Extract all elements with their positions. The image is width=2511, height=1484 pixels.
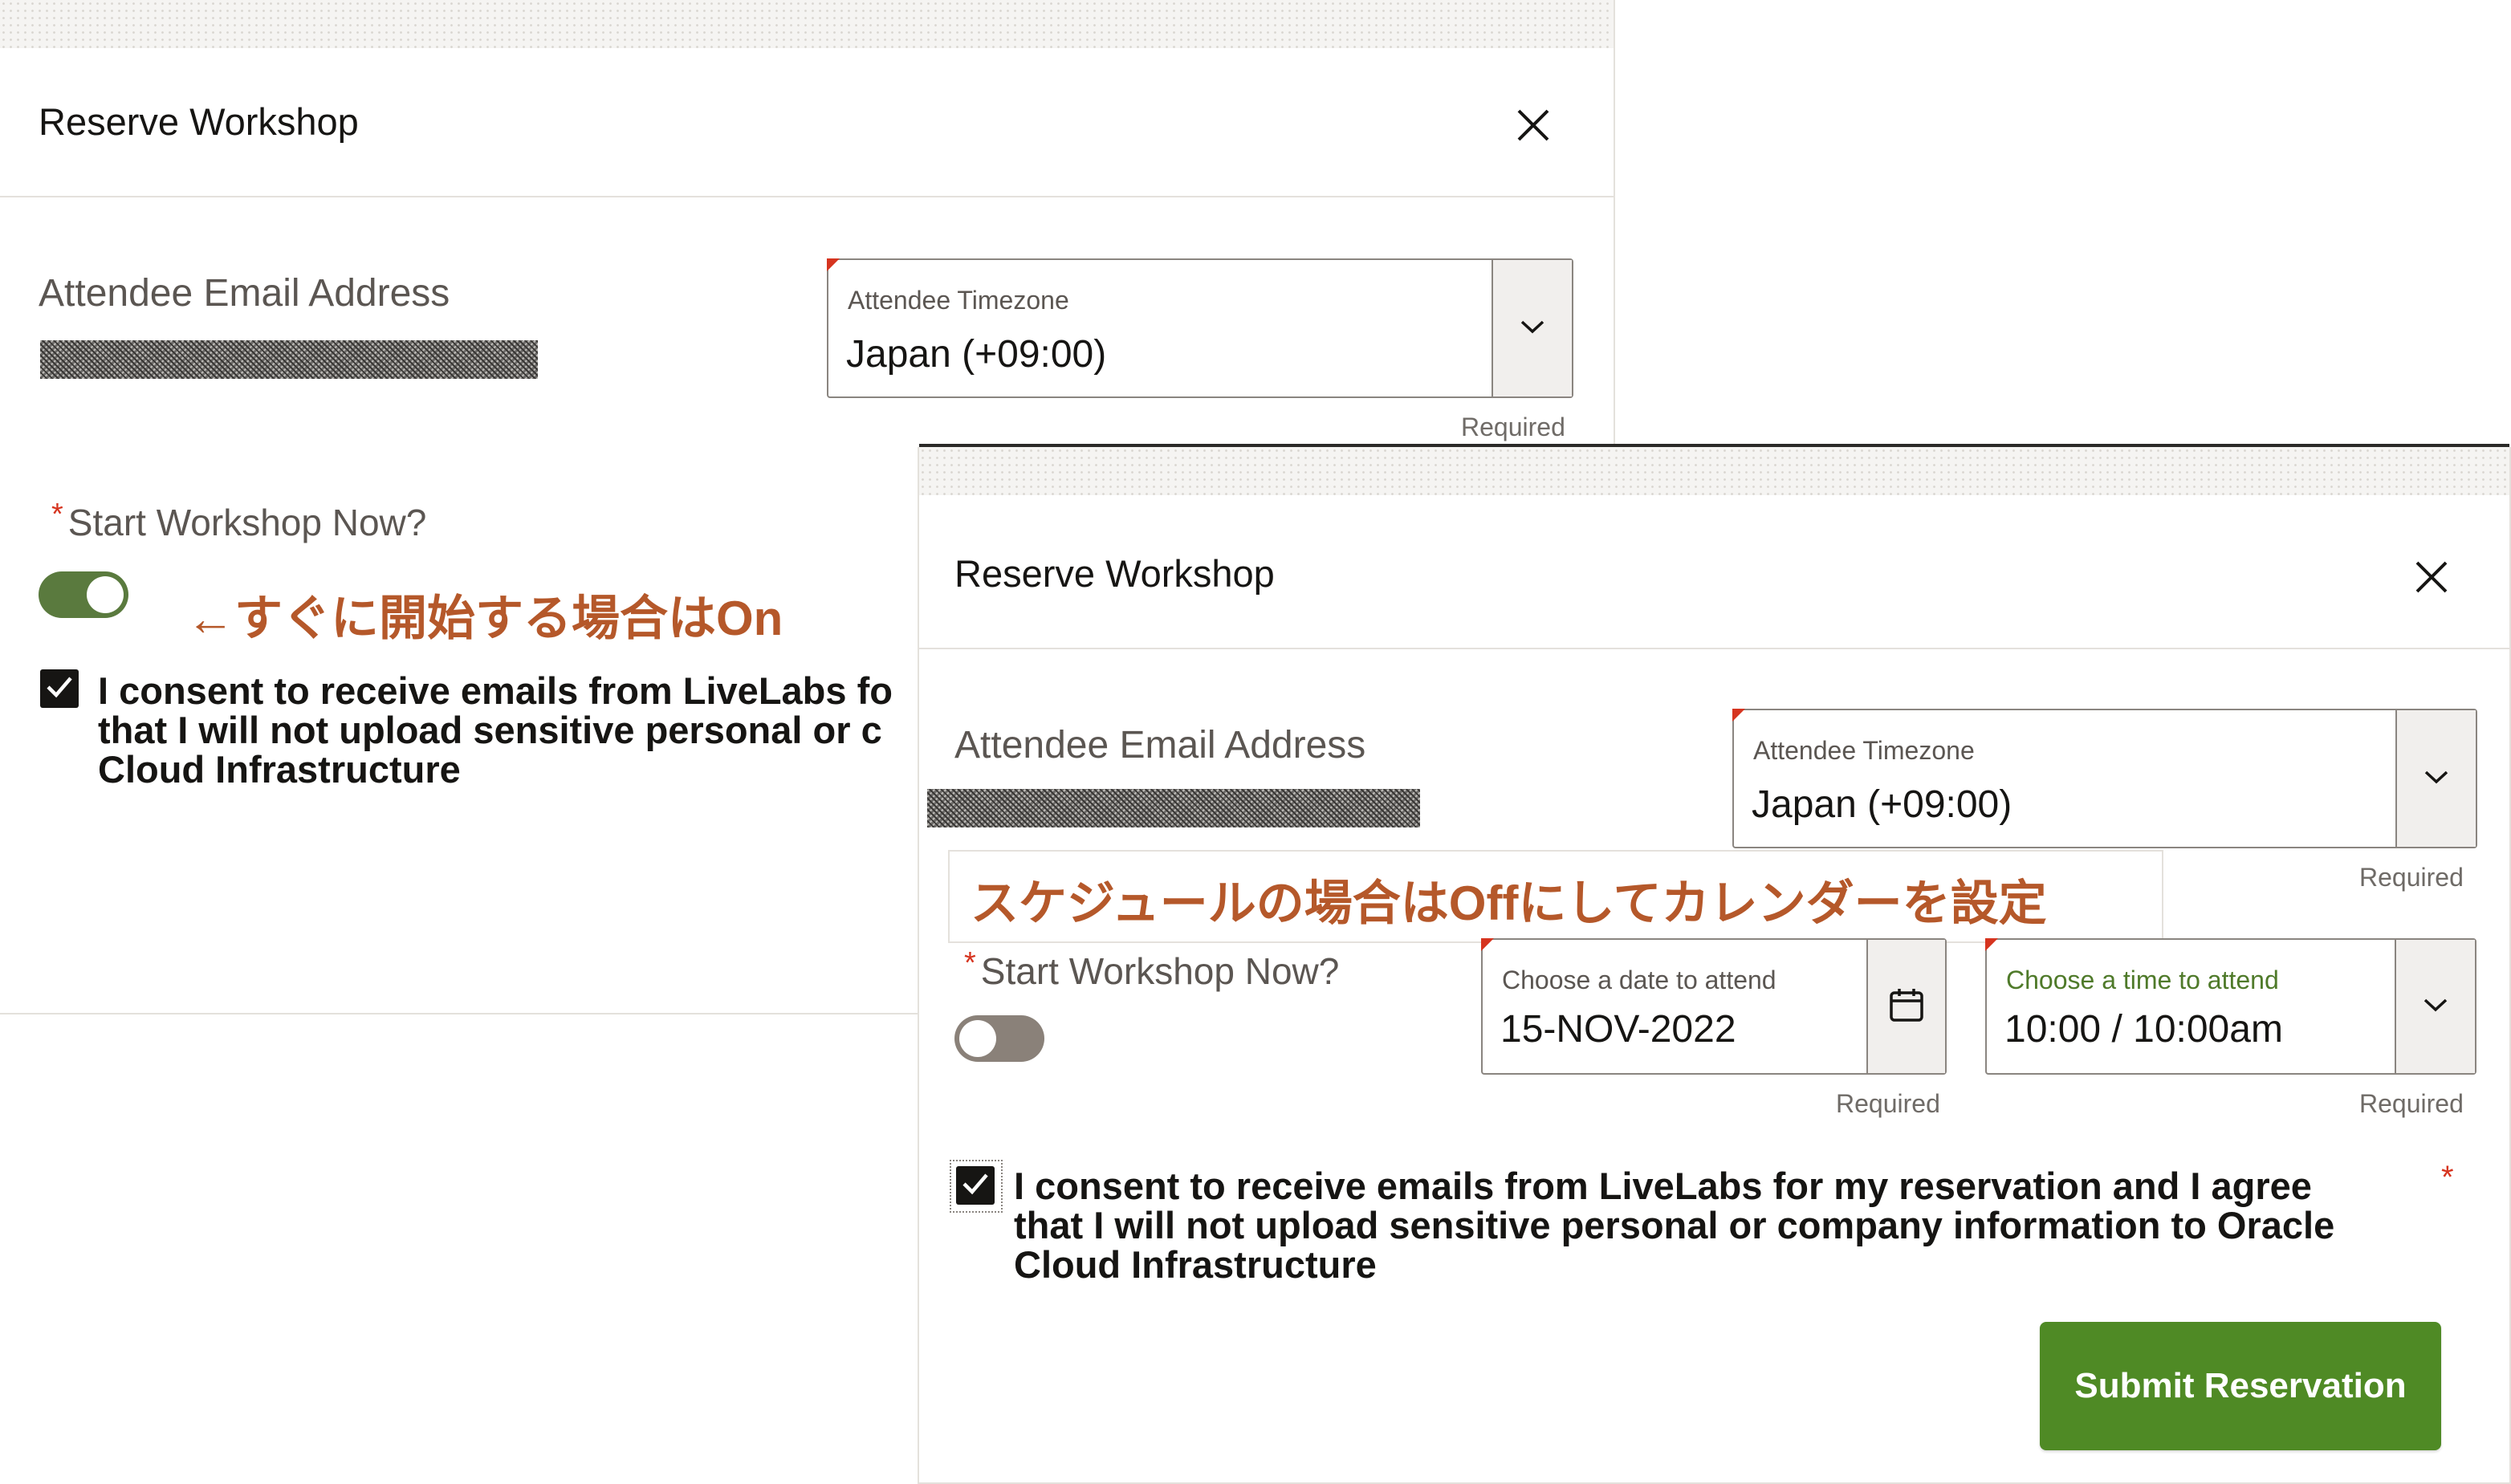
calendar-button[interactable] [1866, 940, 1945, 1073]
toggle-knob [87, 576, 124, 613]
start-now-text: Start Workshop Now? [980, 950, 1340, 992]
chevron-down-icon [2422, 997, 2449, 1017]
dialog-title: Reserve Workshop [39, 100, 359, 143]
calendar-icon [1888, 986, 1925, 1027]
close-icon[interactable] [2414, 559, 2449, 595]
date-required-text: Required [1836, 1089, 1940, 1118]
time-select-field[interactable]: Choose a time to attend 10:00 / 10:00am [1985, 938, 2476, 1075]
date-field-value: 15-NOV-2022 [1500, 1008, 1736, 1051]
close-icon[interactable] [1516, 108, 1551, 143]
dialog-top-texture [0, 0, 1614, 48]
timezone-dropdown-button[interactable] [2395, 710, 2476, 847]
header-divider [0, 196, 1614, 197]
annotation-schedule: スケジュールの場合はOffにしてカレンダーを設定 [971, 876, 2047, 930]
toggle-knob [959, 1020, 996, 1057]
time-dropdown-button[interactable] [2395, 940, 2475, 1073]
dialog-top-texture [919, 447, 2509, 495]
consent-line: that I will not upload sensitive persona… [98, 709, 882, 751]
consent-line: Cloud Infrastructure [98, 748, 461, 791]
timezone-field-value: Japan (+09:00) [846, 333, 1107, 376]
checkmark-icon [962, 1172, 989, 1200]
timezone-field-label: Attendee Timezone [1753, 736, 1975, 765]
annotation-toggle-on: ←すぐに開始する場合はOn [186, 592, 783, 645]
time-field-label: Choose a time to attend [2006, 966, 2279, 994]
start-now-label: * Start Workshop Now? [51, 498, 427, 544]
redacted-email-value [40, 340, 538, 379]
timezone-field-label: Attendee Timezone [848, 286, 1069, 315]
dialog-title: Reserve Workshop [954, 552, 1275, 595]
checkmark-icon [46, 675, 73, 703]
time-required-text: Required [2359, 1089, 2464, 1118]
time-field-value: 10:00 / 10:00am [2004, 1008, 2283, 1051]
chevron-down-icon [2423, 769, 2450, 789]
reserve-dialog-foreground: Reserve Workshop Attendee Email Address … [918, 444, 2511, 1484]
consent-required-asterisk: * [2441, 1160, 2454, 1195]
redacted-email-value [927, 789, 1420, 827]
chevron-down-icon [1519, 319, 1546, 339]
consent-checkbox[interactable] [956, 1166, 995, 1205]
timezone-select[interactable]: Attendee Timezone Japan (+09:00) [1732, 709, 2477, 848]
consent-line: I consent to receive emails from LiveLab… [1014, 1165, 2312, 1207]
date-picker-field[interactable]: Choose a date to attend 15-NOV-2022 [1481, 938, 1947, 1075]
submit-reservation-button[interactable]: Submit Reservation [2040, 1322, 2441, 1450]
start-now-label: * Start Workshop Now? [964, 946, 1340, 993]
timezone-field-value: Japan (+09:00) [1752, 783, 2012, 826]
header-divider [919, 648, 2509, 649]
consent-line: I consent to receive emails from LiveLab… [98, 669, 893, 712]
consent-checkbox[interactable] [40, 669, 79, 708]
start-now-toggle[interactable] [954, 1015, 1044, 1062]
consent-text: I consent to receive emails from LiveLab… [98, 671, 893, 789]
consent-line: Cloud Infrastructure [1014, 1243, 1377, 1286]
required-asterisk: * [51, 498, 63, 531]
email-label: Attendee Email Address [39, 272, 450, 315]
consent-text: I consent to receive emails from LiveLab… [1014, 1166, 2334, 1284]
date-field-label: Choose a date to attend [1502, 966, 1776, 994]
timezone-select[interactable]: Attendee Timezone Japan (+09:00) [827, 258, 1573, 398]
start-now-text: Start Workshop Now? [67, 502, 427, 543]
timezone-required-text: Required [2359, 863, 2464, 892]
consent-line: that I will not upload sensitive persona… [1014, 1204, 2335, 1246]
timezone-dropdown-button[interactable] [1492, 260, 1572, 396]
email-label: Attendee Email Address [954, 724, 1366, 766]
timezone-required-text: Required [1461, 413, 1565, 441]
start-now-toggle[interactable] [39, 571, 128, 618]
required-asterisk: * [964, 946, 976, 980]
